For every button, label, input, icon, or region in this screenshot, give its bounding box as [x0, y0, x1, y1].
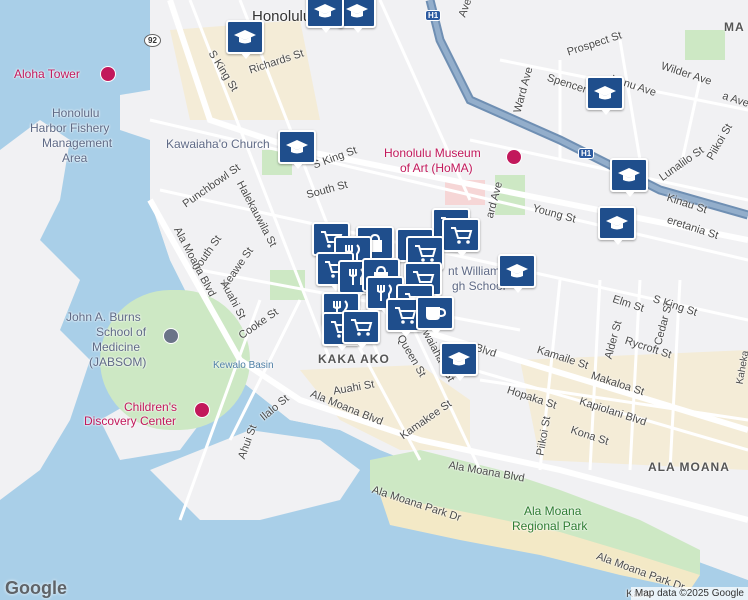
h1-shield: H1: [578, 148, 595, 159]
grocery-marker[interactable]: [342, 310, 380, 349]
childrens-center-icon: [194, 402, 210, 418]
shopping-cart-icon: [451, 227, 473, 244]
school-marker[interactable]: [498, 254, 536, 293]
park-jabsom: [100, 290, 250, 430]
school-poi-icon: [163, 328, 179, 344]
google-logo: Google: [5, 578, 67, 598]
graduation-cap-icon: [606, 216, 628, 230]
school-marker[interactable]: [278, 130, 316, 169]
park-small-2: [685, 30, 725, 60]
cafe-marker[interactable]: [416, 296, 454, 335]
graduation-cap-icon: [448, 352, 470, 366]
graduation-cap-icon: [618, 168, 640, 182]
school-marker[interactable]: [598, 206, 636, 245]
school-marker[interactable]: [586, 76, 624, 115]
shopping-cart-icon: [351, 319, 373, 336]
h1-shield: H1: [425, 10, 442, 21]
graduation-cap-icon: [594, 86, 616, 100]
graduation-cap-icon: [506, 264, 528, 278]
shopping-cart-icon: [395, 307, 417, 324]
museum-icon: [506, 149, 522, 165]
graduation-cap-icon: [234, 30, 256, 44]
coffee-cup-icon: [426, 307, 447, 320]
school-marker[interactable]: [226, 20, 264, 59]
shopping-cart-icon: [415, 245, 437, 262]
aloha-tower-icon: [100, 66, 116, 82]
grocery-marker[interactable]: [442, 218, 480, 257]
graduation-cap-icon: [314, 4, 336, 18]
graduation-cap-icon: [286, 140, 308, 154]
school-marker[interactable]: [440, 342, 478, 381]
graduation-cap-icon: [346, 4, 368, 18]
map-attribution: Map data ©2025 Google: [630, 587, 748, 600]
route-92-shield: 92: [144, 34, 161, 47]
map-canvas[interactable]: H1 H1 92 Honolulu Aloha Tower Honolulu H…: [0, 0, 748, 600]
school-marker[interactable]: [306, 0, 344, 33]
school-marker[interactable]: [610, 158, 648, 197]
